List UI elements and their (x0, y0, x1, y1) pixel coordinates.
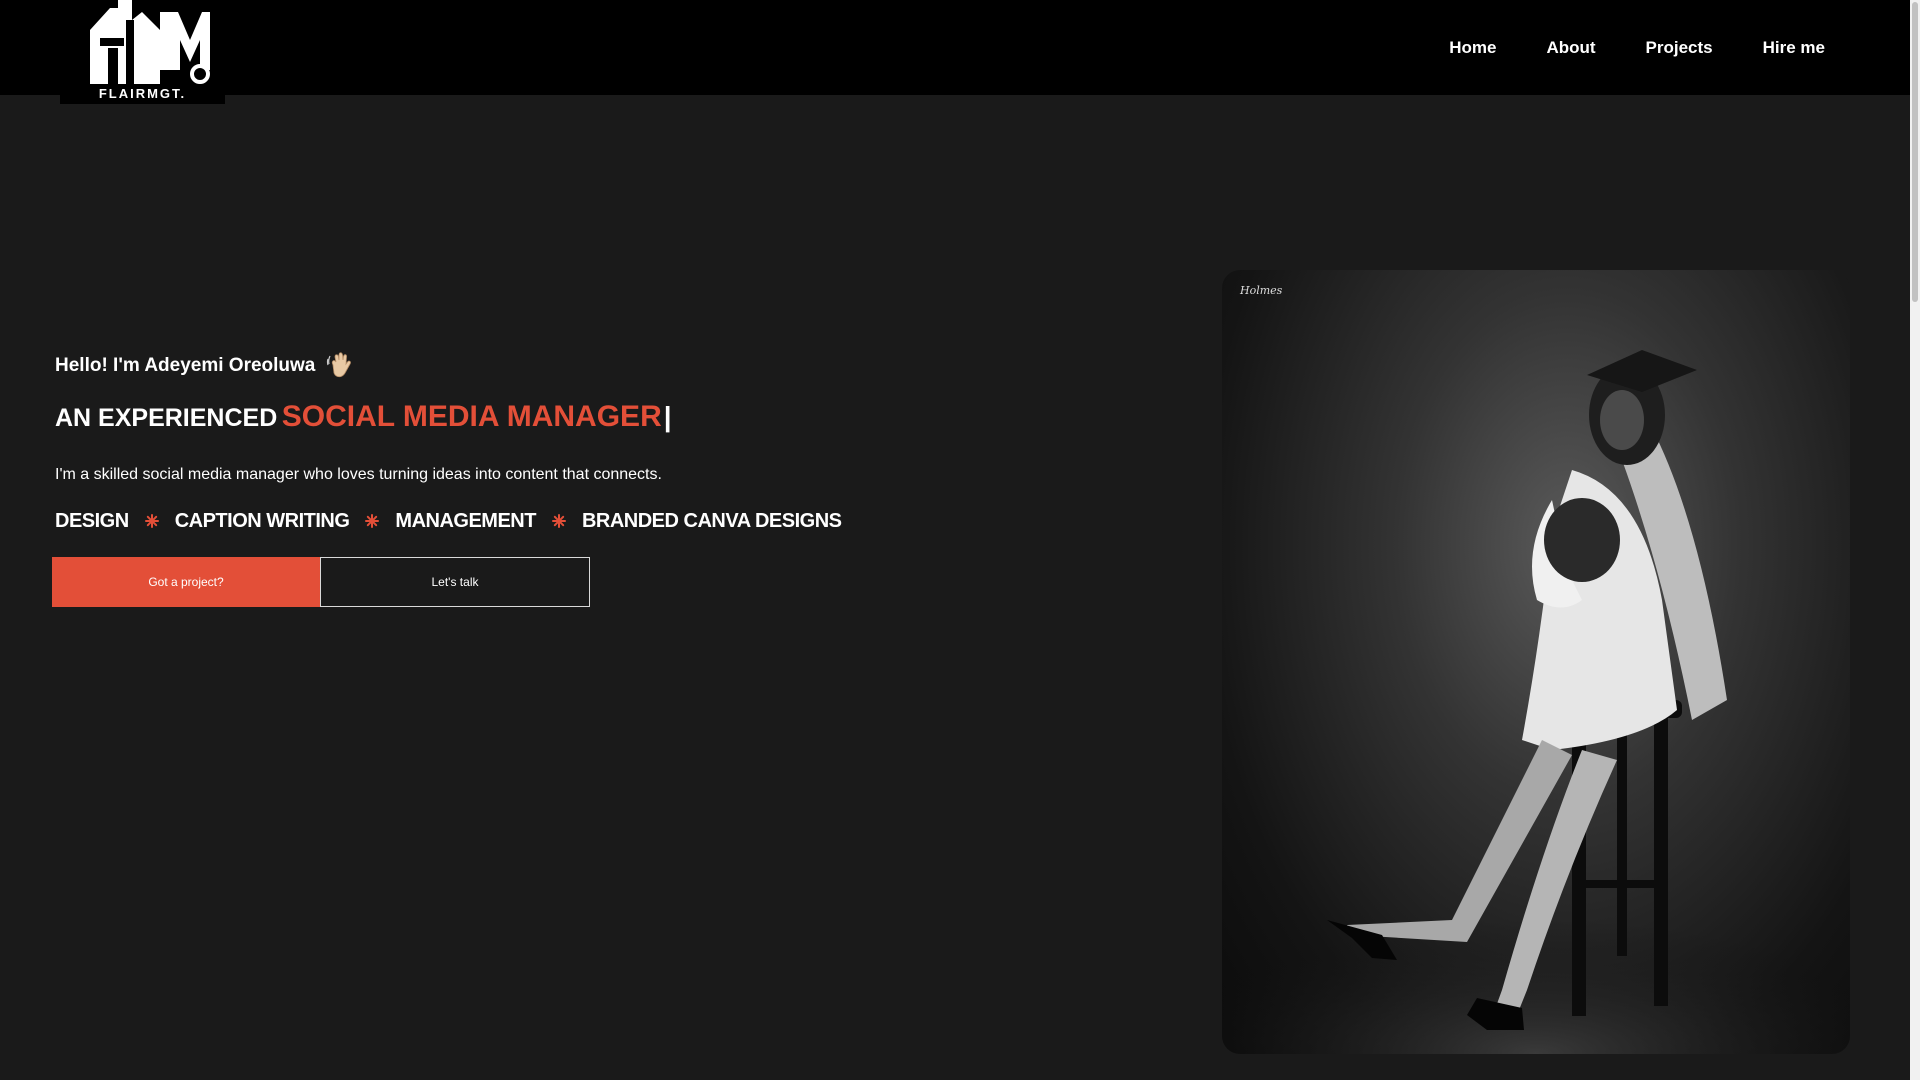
portrait-photo: Holmes (1222, 270, 1850, 1054)
scrollbar-thumb[interactable] (1912, 2, 1918, 302)
nav-home[interactable]: Home (1449, 38, 1496, 58)
headline: AN EXPERIENCED SOCIAL MEDIA MANAGER| (55, 400, 672, 434)
logo-text: FLAIRMGT. (98, 86, 187, 101)
nav-about[interactable]: About (1546, 38, 1595, 58)
main-nav: Home About Projects Hire me (1399, 0, 1825, 95)
got-a-project-button[interactable]: Got a project? (52, 557, 320, 607)
intro-text: I'm a skilled social media manager who l… (55, 466, 662, 483)
skill-item: MANAGEMENT (395, 509, 536, 532)
skill-item: DESIGN (55, 509, 129, 532)
asterisk-star-icon (365, 514, 380, 528)
nav-hire-me[interactable]: Hire me (1763, 38, 1825, 58)
logo[interactable]: FLAIRMGT. (60, 0, 225, 104)
asterisk-star-icon (551, 514, 566, 528)
skill-item: CAPTION WRITING (174, 509, 350, 532)
typing-cursor: | (663, 401, 672, 432)
headline-prefix: AN EXPERIENCED (55, 404, 278, 432)
waving-hand-icon (325, 351, 355, 381)
photo-signature: Holmes (1240, 284, 1283, 297)
greeting: Hello! I'm Adeyemi Oreoluwa (55, 350, 355, 382)
portrait-figure (1222, 350, 1850, 1054)
page-scrollbar[interactable] (1910, 0, 1920, 1080)
skills-list: DESIGN CAPTION WRITING MANAGEMENT BRANDE… (55, 508, 842, 534)
lets-talk-button[interactable]: Let's talk (320, 557, 590, 607)
page: FLAIRMGT. Home About Projects Hire me He… (0, 0, 1920, 1080)
greeting-text: Hello! I'm Adeyemi Oreoluwa (55, 355, 316, 376)
nav-projects[interactable]: Projects (1646, 38, 1713, 58)
headline-accent: SOCIAL MEDIA MANAGER (281, 400, 662, 433)
skill-item: BRANDED CANVA DESIGNS (581, 509, 842, 532)
site-header: FLAIRMGT. Home About Projects Hire me (0, 0, 1910, 104)
asterisk-star-icon (144, 514, 159, 528)
